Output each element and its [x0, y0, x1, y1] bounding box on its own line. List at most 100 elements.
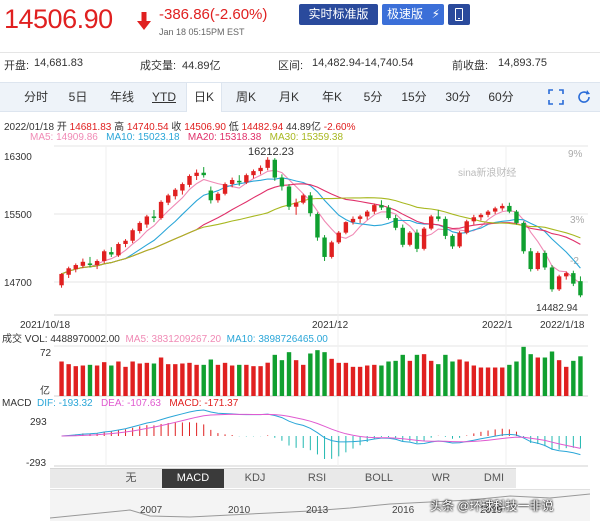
candle-body [123, 240, 128, 244]
candle-body [329, 242, 334, 257]
volume-bar [201, 364, 206, 396]
volume-bar [379, 365, 384, 396]
volume-bar [215, 364, 221, 396]
ma10-line [61, 177, 581, 275]
candle-body [244, 175, 249, 183]
volume-bar [535, 357, 541, 396]
candle-body [464, 221, 469, 233]
indicator-rsi[interactable]: RSI [286, 469, 348, 488]
sina-logo: sina新浪财经 [458, 166, 516, 179]
volume-bar [286, 352, 292, 396]
candle-body [542, 252, 548, 268]
ma30-legend: MA30: 15359.38 [269, 132, 344, 143]
volume-bar [137, 363, 142, 396]
candle-body [436, 216, 441, 219]
tab-5day[interactable]: 5日 [60, 83, 96, 111]
tab-60min[interactable]: 60分 [483, 83, 519, 111]
tab-yearly-k[interactable]: 年K [314, 83, 350, 111]
y-tick-mid: 15500 [4, 210, 32, 221]
refresh-icon[interactable] [576, 89, 592, 105]
fast-version-label: 极速版 [387, 7, 424, 21]
candle-body [251, 171, 256, 176]
candle-body [279, 177, 285, 187]
dif-line [61, 409, 581, 456]
x-tick-4: 2022/1/18 [540, 320, 585, 331]
volume-bar [421, 354, 427, 396]
indicator-macd[interactable]: MACD [162, 469, 224, 488]
indicator-kdj[interactable]: KDJ [224, 469, 286, 488]
ma5-line [61, 169, 581, 285]
candle-body [94, 260, 100, 266]
candle-body [414, 232, 420, 249]
candle-body [293, 202, 299, 207]
candle-body [457, 232, 462, 247]
volume-bar [251, 366, 256, 396]
volume-bar [208, 359, 214, 396]
volume-bar [308, 353, 313, 396]
volume-bar [528, 354, 533, 396]
indicator-wr[interactable]: WR [410, 469, 472, 488]
candle-body [109, 252, 114, 255]
volume-bar [322, 352, 327, 396]
candle-body [400, 227, 405, 245]
tab-yearline[interactable]: 年线 [102, 83, 142, 111]
volume-bar [542, 357, 548, 396]
candle-body [343, 222, 349, 233]
stock-chart[interactable]: 16300 15500 14700 9% 3% -2 sina新浪财经 1621… [0, 0, 600, 525]
candle-body [514, 211, 519, 223]
candle-body [80, 261, 86, 266]
tab-monthly-k[interactable]: 月K [271, 83, 307, 111]
indicator-boll[interactable]: BOLL [348, 469, 410, 488]
candle-body [137, 222, 142, 232]
volume-bar [428, 360, 434, 396]
volume-bar [450, 361, 455, 396]
dea-line [61, 413, 581, 449]
candle-body [265, 159, 270, 168]
vol-ma10: MA10: 3898726465.00 [226, 334, 328, 345]
volume-bar [521, 346, 526, 396]
tab-ytd[interactable]: YTD [146, 83, 182, 111]
candle-body [229, 180, 235, 185]
volume-bar [265, 362, 270, 396]
tab-weekly-k[interactable]: 周K [228, 83, 264, 111]
tab-5min[interactable]: 5分 [357, 83, 389, 111]
fast-version-button[interactable]: 极速版 ⚡ [382, 4, 444, 25]
candle-body [372, 205, 377, 212]
down-arrow-icon [137, 12, 151, 30]
candle-body [521, 222, 526, 252]
tab-intraday[interactable]: 分时 [18, 83, 54, 111]
candle-body [478, 214, 484, 218]
candle-body [336, 232, 341, 243]
volume-bar [116, 361, 121, 396]
indicator-dmi[interactable]: DMI [472, 469, 516, 488]
volume-bar [130, 361, 135, 396]
volume-bar [350, 366, 356, 396]
candle-body [59, 273, 64, 286]
volume-bars [59, 346, 583, 396]
realtime-standard-button[interactable]: 实时标准版 [299, 4, 378, 25]
volume-bar [329, 358, 334, 396]
volume-bar [464, 361, 469, 396]
candle-body [165, 195, 171, 203]
candle-body [315, 214, 320, 238]
volume-bar [187, 362, 192, 396]
tab-30min[interactable]: 30分 [440, 83, 476, 111]
volume-bar [229, 365, 235, 396]
candle-body [130, 230, 135, 241]
tab-15min[interactable]: 15分 [396, 83, 432, 111]
tab-daily-k[interactable]: 日K [186, 83, 222, 112]
candle-body [215, 193, 221, 201]
volume-bar [364, 365, 370, 396]
fullscreen-icon[interactable] [548, 89, 564, 105]
mobile-button[interactable] [448, 4, 470, 25]
candle-body [144, 216, 150, 225]
volume-bar [443, 354, 448, 396]
last-price: 14506.90 [4, 4, 113, 34]
candle-body [564, 273, 569, 277]
candle-body [237, 180, 242, 183]
vol-ma5: MA5: 3831209267.20 [125, 334, 222, 345]
open-label: 开盘: [4, 60, 30, 72]
candle-body [443, 218, 448, 236]
indicator-none[interactable]: 无 [100, 469, 162, 488]
candle-body [87, 263, 93, 266]
